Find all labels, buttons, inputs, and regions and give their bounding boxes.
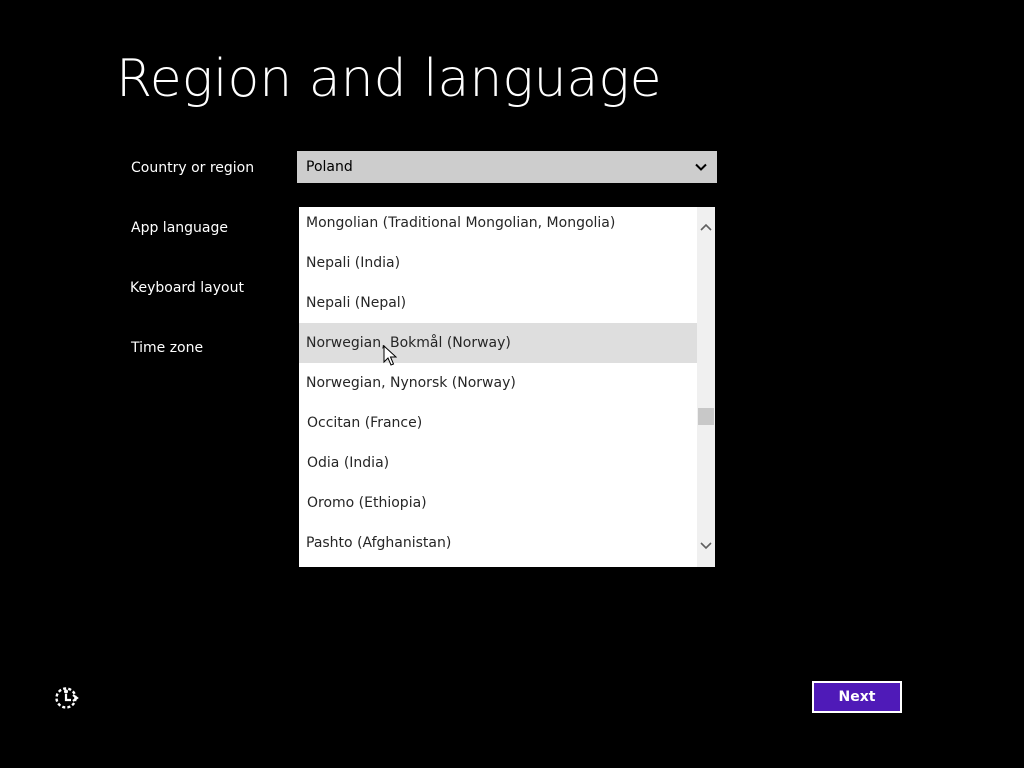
list-item[interactable]: Nepali (Nepal) [299, 283, 697, 323]
scrollbar-thumb[interactable] [698, 408, 714, 425]
country-label: Country or region [131, 160, 255, 176]
app-language-label: App language [131, 220, 228, 236]
chevron-up-icon[interactable] [697, 219, 715, 237]
country-select[interactable]: Poland [297, 151, 717, 183]
list-item[interactable]: Odia (India) [299, 443, 697, 483]
list-item-hovered[interactable]: Norwegian, Bokmål (Norway) [299, 323, 715, 363]
setup-screen: Region and language Country or region Ap… [0, 0, 1024, 768]
list-scrollbar[interactable] [697, 207, 715, 567]
next-button[interactable]: Next [812, 681, 902, 713]
chevron-down-icon[interactable] [697, 536, 715, 554]
list-item[interactable]: Occitan (France) [299, 403, 697, 443]
list-item[interactable]: Norwegian, Nynorsk (Norway) [299, 363, 697, 403]
list-item[interactable]: Oromo (Ethiopia) [299, 483, 697, 523]
chevron-down-icon [695, 163, 707, 171]
time-zone-label: Time zone [131, 340, 204, 356]
app-language-dropdown[interactable]: Mongolian (Traditional Mongolian, Mongol… [299, 207, 715, 567]
ease-of-access-icon[interactable] [52, 684, 80, 712]
list-item[interactable]: Pashto (Afghanistan) [299, 523, 697, 563]
page-title: Region and language [116, 49, 662, 109]
list-item[interactable]: Mongolian (Traditional Mongolian, Mongol… [299, 207, 697, 243]
list-item[interactable]: Nepali (India) [299, 243, 697, 283]
country-select-value: Poland [306, 159, 353, 175]
keyboard-layout-label: Keyboard layout [130, 280, 244, 296]
